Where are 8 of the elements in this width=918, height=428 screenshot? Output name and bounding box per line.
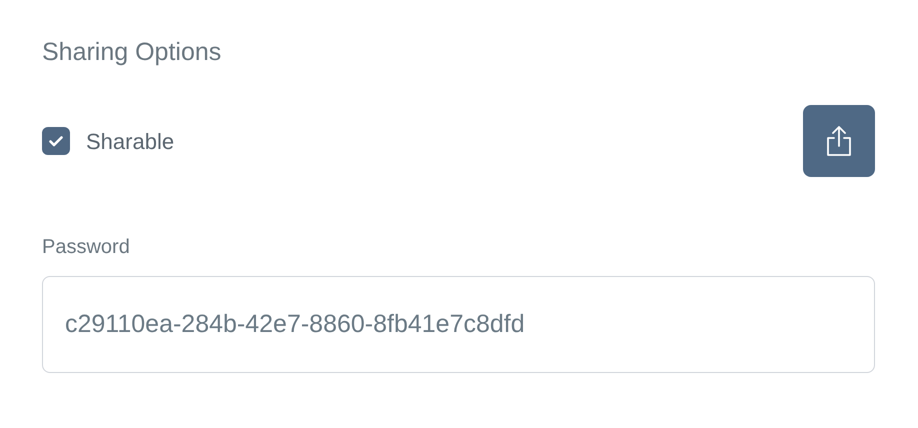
- password-field[interactable]: c29110ea-284b-42e7-8860-8fb41e7c8dfd: [42, 276, 875, 373]
- checkbox-label: Sharable: [86, 128, 174, 156]
- share-button[interactable]: [803, 105, 875, 177]
- section-title: Sharing Options: [42, 37, 222, 68]
- field-label: Password: [42, 235, 130, 260]
- check-icon: [49, 136, 63, 146]
- checkbox[interactable]: [42, 127, 70, 155]
- share-icon: [824, 125, 854, 157]
